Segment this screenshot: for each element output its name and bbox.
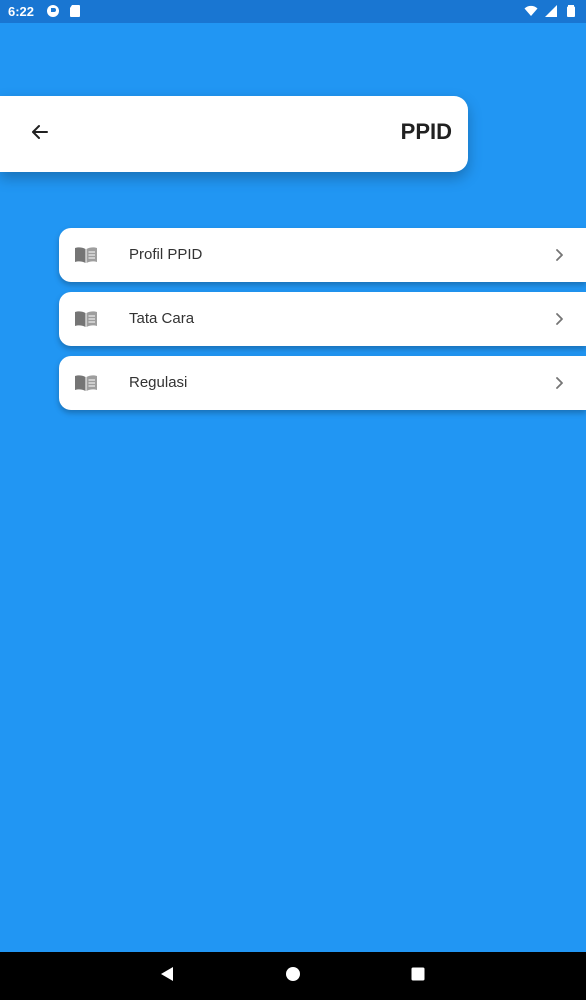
home-circle-icon <box>284 965 302 988</box>
page-title: PPID <box>400 119 452 144</box>
book-open-icon <box>74 309 98 329</box>
recents-square-icon <box>409 965 427 988</box>
chevron-right-icon <box>552 376 566 390</box>
arrow-left-icon <box>30 122 50 147</box>
nav-recents-button[interactable] <box>408 966 428 986</box>
wifi-icon <box>524 4 538 18</box>
back-triangle-icon <box>158 965 176 988</box>
status-bar: 6:22 <box>0 0 586 23</box>
back-button[interactable] <box>24 118 56 150</box>
chevron-right-icon <box>552 312 566 326</box>
menu-item-label: Profil PPID <box>129 246 203 263</box>
sd-card-icon <box>68 4 82 18</box>
status-right-icons <box>524 4 578 18</box>
menu-item-label: Regulasi <box>129 374 188 391</box>
menu-item-tata-cara[interactable]: Tata Cara <box>59 292 586 346</box>
menu-item-regulasi[interactable]: Regulasi <box>59 356 586 410</box>
status-left-icons <box>46 4 82 18</box>
navigation-bar <box>0 952 586 1000</box>
menu-item-label: Tata Cara <box>129 310 195 327</box>
signal-icon <box>544 4 558 18</box>
book-open-icon <box>74 373 98 393</box>
menu-list: Profil PPID Tata Cara Regulasi <box>59 228 586 420</box>
menu-item-profil-ppid[interactable]: Profil PPID <box>59 228 586 282</box>
nav-home-button[interactable] <box>283 966 303 986</box>
battery-icon <box>564 4 578 18</box>
book-open-icon <box>74 245 98 265</box>
app-bar: PPID <box>0 96 468 172</box>
chevron-right-icon <box>552 248 566 262</box>
nav-back-button[interactable] <box>157 966 177 986</box>
sync-icon <box>46 4 60 18</box>
status-time: 6:22 <box>8 4 35 19</box>
